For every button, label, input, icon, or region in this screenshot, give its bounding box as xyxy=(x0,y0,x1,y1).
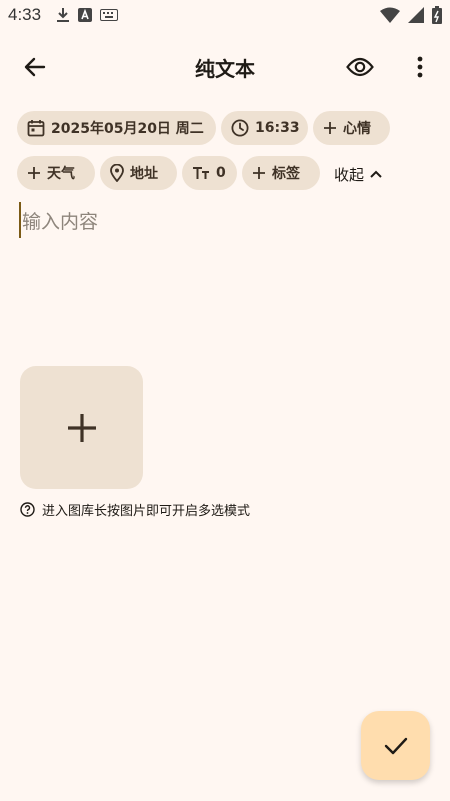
status-time: 4:33 xyxy=(8,5,42,24)
status-icons-left xyxy=(56,7,118,23)
tag-chip[interactable]: 标签 xyxy=(242,156,320,190)
location-chip-label: 地址 xyxy=(130,166,158,182)
eye-icon xyxy=(346,57,374,77)
text-size-icon xyxy=(193,167,209,179)
download-icon xyxy=(57,8,69,22)
status-bar: 4:33 xyxy=(0,0,450,32)
calendar-icon xyxy=(27,120,45,137)
page-title: 纯文本 xyxy=(195,57,255,81)
more-vert-icon xyxy=(417,56,423,78)
multi-select-hint: 进入图库长按图片即可开启多选模式 xyxy=(20,500,250,519)
preview-button[interactable] xyxy=(338,46,382,88)
signal-icon xyxy=(408,7,424,23)
collapse-toggle[interactable]: 收起 xyxy=(334,163,382,185)
location-chip[interactable]: 地址 xyxy=(100,156,177,190)
weather-chip[interactable]: 天气 xyxy=(17,156,95,190)
editor-placeholder: 输入内容 xyxy=(22,211,99,233)
text-cursor xyxy=(19,202,21,238)
plus-icon xyxy=(324,122,336,134)
battery-icon xyxy=(432,6,442,24)
plus-icon xyxy=(28,167,40,179)
plus-icon xyxy=(67,413,96,442)
help-circle-icon xyxy=(20,502,35,517)
font-size-chip[interactable]: 0 xyxy=(182,156,237,190)
clock-icon xyxy=(231,119,249,137)
tag-chip-label: 标签 xyxy=(272,166,300,182)
save-fab[interactable] xyxy=(361,711,430,780)
mood-chip-label: 心情 xyxy=(343,121,371,137)
date-chip[interactable]: 2025年05月20日 周二 xyxy=(17,111,216,145)
chevron-up-icon xyxy=(370,170,382,178)
status-icons-right xyxy=(380,6,442,24)
add-image-button[interactable] xyxy=(20,366,143,489)
check-icon xyxy=(384,737,407,754)
location-pin-icon xyxy=(110,164,124,182)
content-editor[interactable]: 输入内容 xyxy=(16,198,434,348)
date-chip-label: 2025年05月20日 周二 xyxy=(51,121,204,137)
plus-icon xyxy=(253,167,265,179)
a-letter-icon xyxy=(78,8,92,22)
font-size-chip-label: 0 xyxy=(216,165,226,181)
more-options-button[interactable] xyxy=(400,46,440,88)
mood-chip[interactable]: 心情 xyxy=(313,111,390,145)
time-chip-label: 16:33 xyxy=(255,120,300,136)
keyboard-icon xyxy=(100,9,118,21)
top-app-bar: 纯文本 xyxy=(0,40,450,92)
collapse-label: 收起 xyxy=(334,165,365,184)
wifi-icon xyxy=(380,7,400,23)
hint-text: 进入图库长按图片即可开启多选模式 xyxy=(42,504,251,519)
time-chip[interactable]: 16:33 xyxy=(221,111,308,145)
weather-chip-label: 天气 xyxy=(47,166,75,182)
